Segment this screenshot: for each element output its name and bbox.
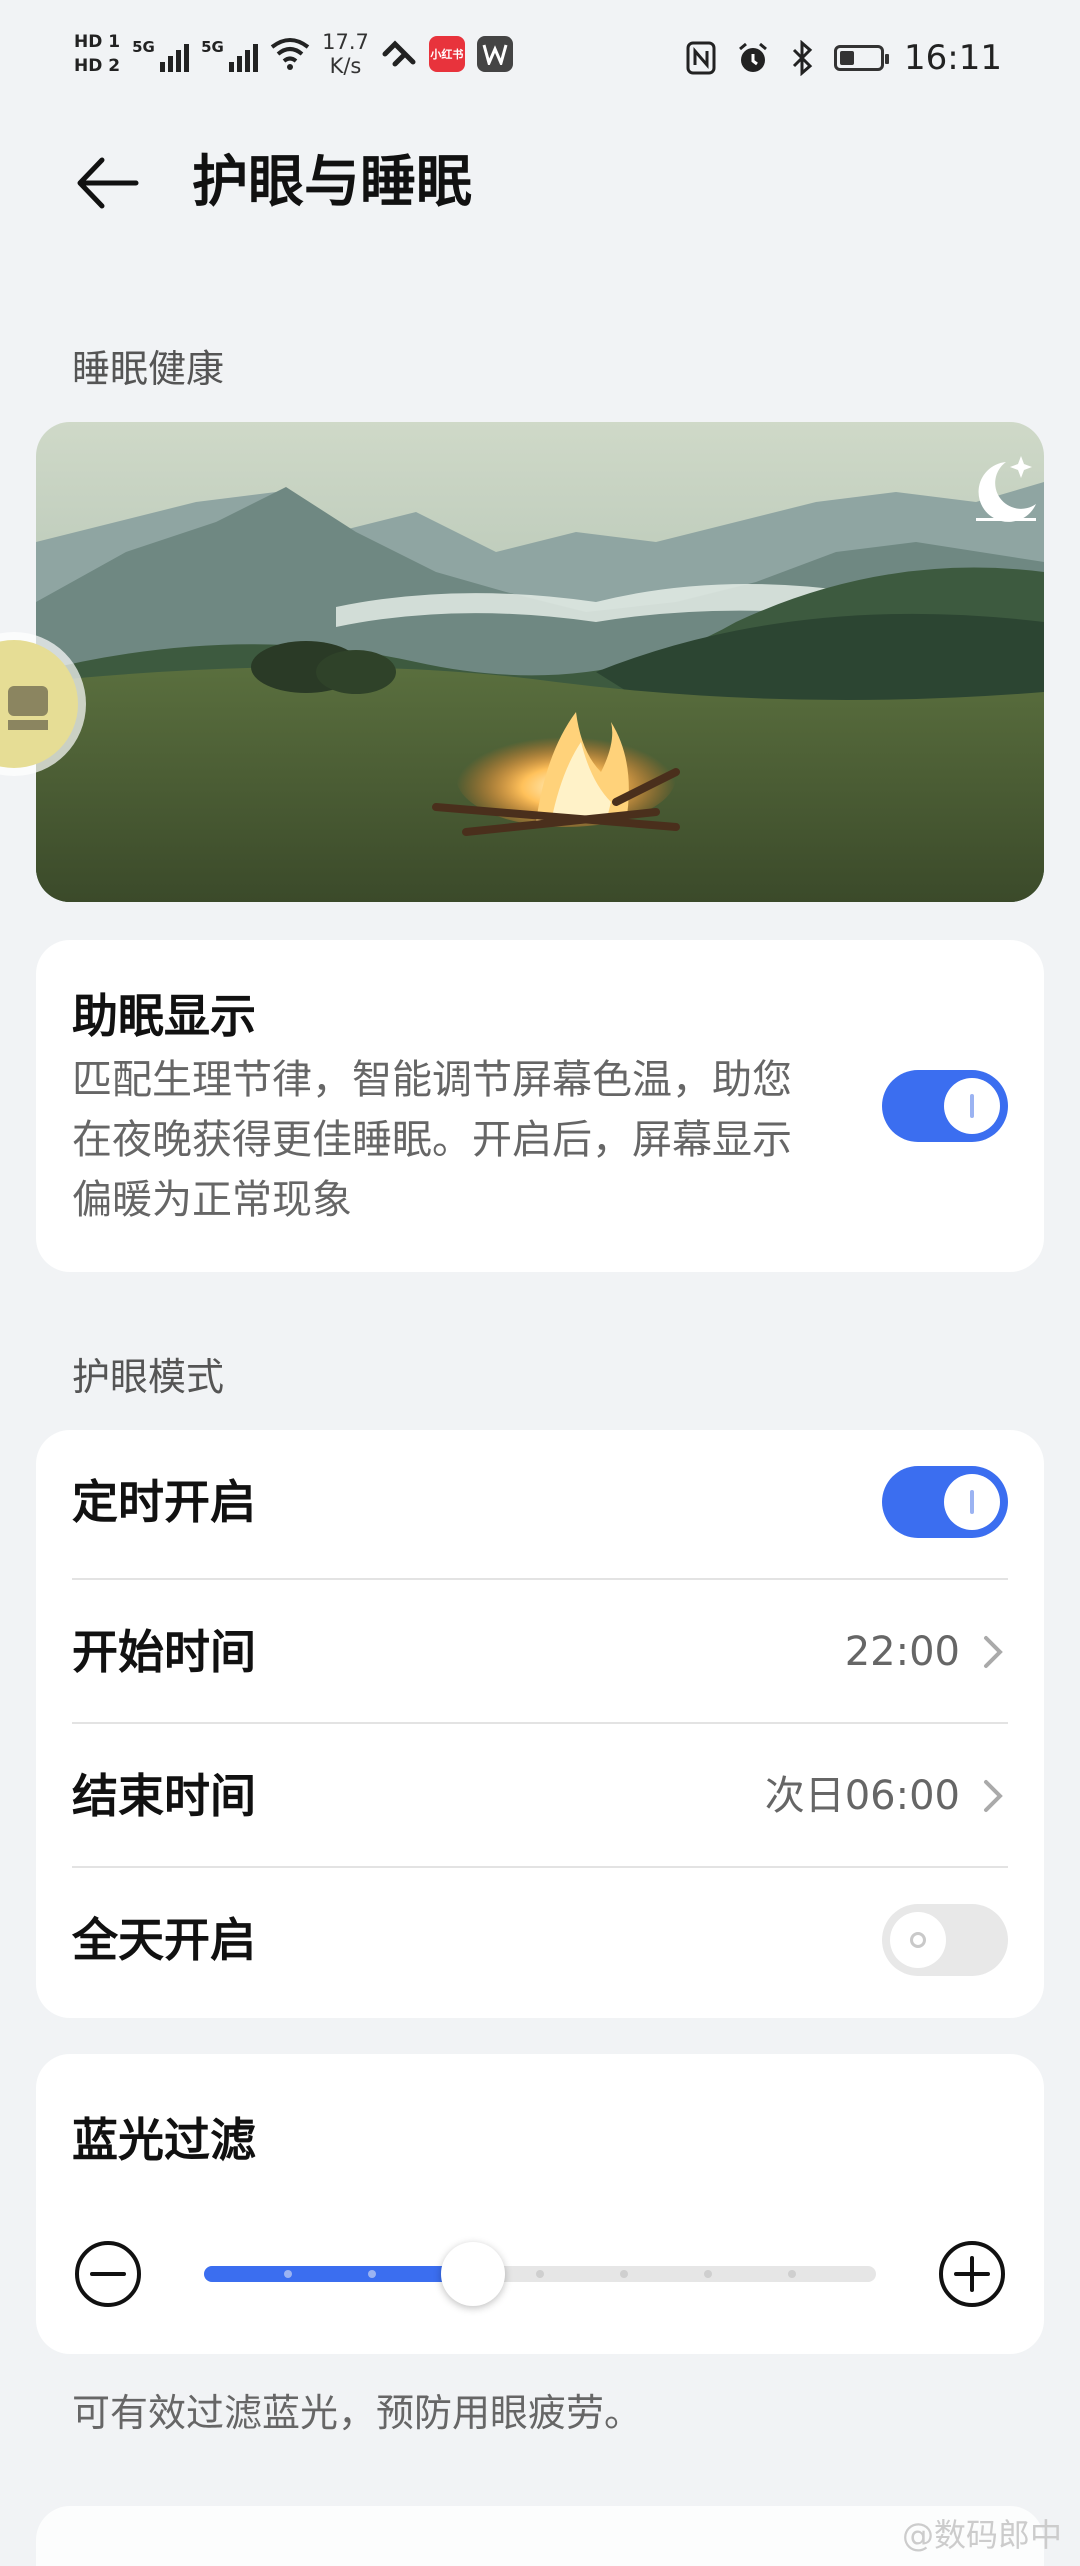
sleep-display-toggle[interactable] [882, 1070, 1008, 1142]
back-arrow-icon[interactable] [72, 148, 142, 218]
section-label-eye-mode: 护眼模式 [72, 1355, 225, 1399]
floating-assistant-icon[interactable] [0, 640, 78, 768]
blue-light-slider[interactable] [204, 2266, 876, 2282]
slider-step-dot [536, 2270, 544, 2278]
watermark: @数码郎中 [901, 2516, 1062, 2554]
hd1-label: HD 1 [74, 32, 121, 52]
start-time-value: 22:00 [844, 1629, 960, 1675]
page-title: 护眼与睡眠 [192, 150, 472, 215]
network-speed: 17.7 K/s [322, 30, 369, 78]
minus-circle-icon[interactable] [74, 2240, 142, 2308]
chevron-right-icon [984, 1636, 1003, 1668]
signal-2-icon: 5G [201, 36, 259, 72]
speed-unit: K/s [329, 54, 362, 78]
sleep-display-desc-line-2: 在夜晚获得更佳睡眠。开启后，屏幕显示 [72, 1117, 792, 1163]
row-scheduled-label: 定时开启 [72, 1475, 256, 1529]
row-start-time[interactable]: 开始时间 22:00 [72, 1580, 1008, 1724]
slider-thumb[interactable] [440, 2242, 505, 2306]
xiaohongshu-label: 小红书 [430, 48, 464, 61]
app-link-icon [382, 40, 416, 67]
sleep-display-desc-line-3: 偏暖为正常现象 [72, 1177, 352, 1223]
sleep-display-desc-line-1: 匹配生理节律，智能调节屏幕色温，助您 [72, 1057, 792, 1103]
signal-2-label: 5G [201, 38, 224, 56]
battery-icon [834, 45, 890, 71]
row-start-time-label: 开始时间 [72, 1625, 256, 1679]
status-right: 16:11 [686, 38, 1002, 78]
blue-light-card: 蓝光过滤 [36, 2054, 1044, 2354]
sleep-display-card: 助眠显示 匹配生理节律，智能调节屏幕色温，助您 在夜晚获得更佳睡眠。开启后，屏幕… [36, 940, 1044, 1272]
blue-light-footnote: 可有效过滤蓝光，预防用眼疲劳。 [72, 2391, 643, 2435]
alarm-icon [739, 42, 767, 72]
section-label-sleep-health: 睡眠健康 [72, 347, 225, 391]
plus-circle-icon[interactable] [938, 2240, 1006, 2308]
next-card-edge [36, 2506, 1044, 2566]
slider-step-dot [284, 2270, 292, 2278]
row-scheduled: 定时开启 [72, 1430, 1008, 1574]
row-all-day: 全天开启 [72, 1868, 1008, 2012]
slider-step-dot [620, 2270, 628, 2278]
w-app-icon [476, 36, 513, 72]
row-end-time[interactable]: 结束时间 次日06:00 [72, 1724, 1008, 1868]
sleep-display-description: 匹配生理节律，智能调节屏幕色温，助您 在夜晚获得更佳睡眠。开启后，屏幕显示 偏暖… [72, 1050, 872, 1230]
blue-light-title: 蓝光过滤 [72, 2113, 256, 2167]
slider-step-dot [788, 2270, 796, 2278]
signal-1-label: 5G [132, 38, 155, 56]
status-time: 16:11 [904, 38, 1002, 78]
bluetooth-icon [792, 40, 813, 76]
all-day-toggle[interactable] [882, 1904, 1008, 1976]
sleep-banner-image[interactable] [36, 422, 1044, 902]
row-all-day-label: 全天开启 [72, 1913, 256, 1967]
chevron-right-icon [984, 1780, 1003, 1812]
slider-step-dot [704, 2270, 712, 2278]
slider-fill [204, 2266, 473, 2282]
scheduled-toggle[interactable] [882, 1466, 1008, 1538]
eye-mode-card: 定时开启 开始时间 22:00 结束时间 次日06:00 全天开启 [36, 1430, 1044, 2018]
sleep-display-title: 助眠显示 [72, 989, 256, 1043]
status-bar: HD 1 HD 2 5G 5G 17.7 K/s 小红书 16:11 [0, 0, 1080, 130]
speed-value: 17.7 [322, 30, 369, 54]
wifi-icon [270, 38, 310, 70]
hd-indicator: HD 1 HD 2 [74, 30, 120, 78]
xiaohongshu-icon: 小红书 [428, 36, 465, 72]
campfire-landscape-image [36, 422, 1044, 902]
hd2-label: HD 2 [74, 56, 121, 76]
row-end-time-label: 结束时间 [72, 1769, 256, 1823]
nfc-icon [686, 41, 716, 75]
end-time-value: 次日06:00 [764, 1773, 960, 1819]
signal-1-icon: 5G [132, 36, 190, 72]
status-left: HD 1 HD 2 5G 5G 17.7 K/s 小红书 [74, 30, 513, 78]
slider-step-dot [368, 2270, 376, 2278]
